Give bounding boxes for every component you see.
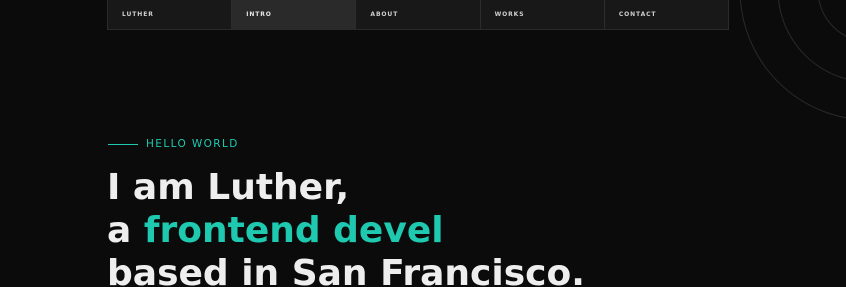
hero-eyebrow: HELLO WORLD (108, 138, 239, 150)
headline-line-3: based in San Francisco. (107, 253, 585, 287)
nav-item-label: ABOUT (370, 11, 399, 18)
arc-1 (818, 0, 846, 37)
typed-role: frontend devel (143, 210, 444, 251)
hero-headline: I am Luther, a frontend devel based in S… (107, 166, 585, 287)
top-nav: LUTHER INTRO ABOUT WORKS CONTACT (107, 0, 729, 30)
nav-item-luther[interactable]: LUTHER (108, 0, 233, 29)
nav-item-contact[interactable]: CONTACT (605, 0, 728, 29)
nav-item-about[interactable]: ABOUT (356, 0, 481, 29)
arc-3 (739, 0, 846, 119)
eyebrow-line (108, 143, 138, 145)
eyebrow-text: HELLO WORLD (146, 138, 239, 150)
headline-prefix: a (107, 210, 144, 251)
arc-2 (778, 0, 846, 80)
nav-item-label: WORKS (494, 11, 525, 18)
nav-item-intro[interactable]: INTRO (232, 0, 357, 29)
page: LUTHER INTRO ABOUT WORKS CONTACT HELLO W… (0, 0, 846, 287)
nav-item-label: LUTHER (122, 11, 154, 18)
headline-line-1: I am Luther, (107, 167, 350, 208)
nav-item-label: CONTACT (618, 11, 657, 18)
nav-item-works[interactable]: WORKS (481, 0, 605, 29)
headline-line-2: a frontend devel (107, 209, 585, 252)
nav-item-label: INTRO (246, 11, 272, 18)
